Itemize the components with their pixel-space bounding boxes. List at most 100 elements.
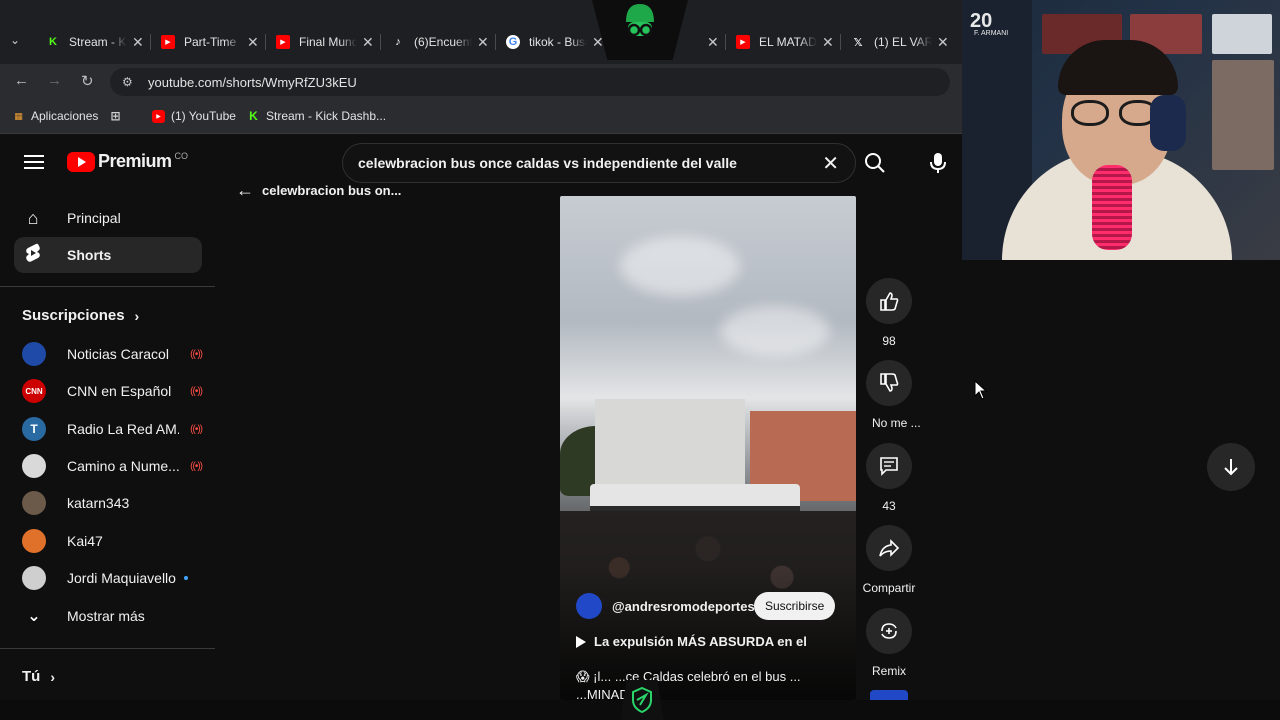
close-tab-icon[interactable]: ✕ [132, 34, 144, 51]
bookmark-apps[interactable]: ▦ Aplicaciones [12, 109, 98, 123]
nav-item-shorts[interactable]: Shorts [14, 237, 202, 273]
poster [1212, 14, 1272, 54]
related-video-link[interactable]: La expulsión MÁS ABSURDA en el [576, 634, 807, 649]
subscribe-button[interactable]: Suscribirse [754, 592, 836, 620]
tab-divider [380, 34, 381, 50]
clear-search-icon[interactable]: ✕ [822, 151, 839, 176]
comment-count: 43 [882, 499, 896, 513]
tab-search-chevron-icon[interactable]: ⌄ [10, 33, 20, 47]
channel-avatar[interactable] [576, 593, 602, 619]
live-indicator-icon: ((•)) [190, 385, 203, 397]
youtube-icon: ▶ [736, 35, 750, 49]
close-tab-icon[interactable]: ✕ [822, 34, 834, 51]
short-video-player[interactable]: @andresromodeportes Suscribirse La expul… [560, 196, 856, 700]
headset [1150, 95, 1186, 151]
channel-name: Camino a Nume... [67, 458, 179, 474]
dislike-button[interactable]: No me ... [866, 360, 921, 430]
chevron-right-icon: › [50, 668, 55, 685]
avatar [22, 454, 46, 478]
youtube-premium-logo[interactable]: Premium CO [67, 151, 188, 172]
share-label: Compartir [862, 581, 916, 595]
subscription-item[interactable]: CNN CNN en Español ((•)) [22, 376, 212, 406]
close-tab-icon[interactable]: ✕ [937, 34, 949, 51]
grid-icon: ⊞ [110, 108, 121, 123]
sound-thumbnail[interactable] [870, 690, 908, 700]
home-icon: ⌂ [27, 207, 39, 228]
nav-item-principal[interactable]: ⌂ Principal [14, 200, 202, 236]
browser-tab[interactable]: ▶ Final Mundial ✕ [276, 28, 374, 56]
like-button[interactable]: 98 [866, 278, 912, 348]
browser-tab[interactable]: 𝕏 (1) EL VAR ✕ [851, 28, 949, 56]
search-input[interactable]: celewbracion bus once caldas vs independ… [342, 143, 856, 183]
channel-handle[interactable]: @andresromodeportes [612, 599, 755, 614]
mouse-cursor-icon [974, 380, 988, 400]
reload-icon[interactable]: ↻ [81, 72, 94, 90]
browser-tab[interactable]: ▶ EL MATADOR ✕ [736, 28, 834, 56]
voice-search-button[interactable] [918, 143, 958, 183]
close-tab-icon[interactable]: ✕ [247, 34, 259, 51]
back-to-results[interactable]: ← celewbracion bus on... [236, 180, 401, 201]
show-more-button[interactable]: ⌄ Mostrar más [22, 601, 212, 631]
bookmark-grid[interactable]: ⊞ [109, 108, 128, 123]
subscription-item[interactable]: Noticias Caracol ((•)) [22, 339, 212, 369]
tab-divider [840, 34, 841, 50]
subscription-item[interactable]: Kai47 [22, 526, 212, 556]
live-indicator-icon: ((•)) [190, 460, 203, 472]
tab-divider [725, 34, 726, 50]
address-bar[interactable]: ⚙ youtube.com/shorts/WmyRfZU3kEU [110, 68, 950, 96]
channel-info[interactable]: @andresromodeportes [576, 593, 755, 619]
stream-bottom-logo [620, 680, 664, 720]
microphone-icon [930, 153, 946, 173]
tab-title: tikok - Buscar [529, 35, 587, 49]
stadium-building [595, 399, 745, 489]
site-info-icon[interactable]: ⚙ [122, 75, 138, 89]
dislike-label: No me ... [872, 416, 921, 430]
hamburger-menu-icon[interactable] [24, 152, 44, 172]
tab-title: EL MATADOR [759, 35, 817, 49]
chevron-down-icon: ⌄ [27, 608, 41, 625]
forward-arrow-icon[interactable]: → [47, 72, 62, 89]
browser-tab[interactable]: ▶ Part-Time ✕ [161, 28, 259, 56]
subscription-item[interactable]: Jordi Maquiavello [22, 563, 212, 593]
avatar [22, 342, 46, 366]
subscriptions-heading[interactable]: Suscripciones › [22, 307, 139, 324]
browser-tab[interactable]: G tikok - Buscar ✕ [506, 28, 604, 56]
remix-button[interactable]: Remix [866, 608, 912, 678]
avatar: CNN [22, 379, 46, 403]
bookmark-youtube[interactable]: ▶ (1) YouTube [152, 109, 236, 123]
play-icon [576, 635, 586, 648]
browser-tab[interactable]: ♪ (6)Encuentra ✕ [391, 28, 488, 56]
bookmarks-bar [0, 100, 962, 134]
search-button[interactable] [856, 143, 894, 183]
live-indicator-icon: ((•)) [190, 423, 203, 435]
back-arrow-icon[interactable]: ← [14, 72, 29, 89]
remix-label: Remix [871, 664, 906, 678]
youtube-play-icon [67, 151, 95, 172]
close-tab-icon[interactable]: ✕ [477, 34, 489, 51]
browser-tab[interactable]: K Stream - Kick ✕ [46, 28, 144, 56]
comment-icon [880, 457, 898, 476]
avatar [22, 566, 46, 590]
tab-title: Stream - Kick [69, 35, 127, 49]
bookmark-kick[interactable]: K Stream - Kick Dashb... [247, 109, 386, 123]
share-button[interactable]: Compartir [859, 525, 919, 595]
short-caption[interactable]: 😱 ¡l... ...ce Caldas celebró en el bus .… [576, 668, 836, 700]
chevron-right-icon: › [134, 307, 140, 324]
subscriptions-heading-label: Suscripciones [22, 307, 125, 324]
close-tab-icon[interactable]: ✕ [362, 34, 374, 51]
close-tab-icon[interactable]: ✕ [707, 34, 719, 51]
remix-icon [881, 623, 897, 639]
show-more-label: Mostrar más [67, 608, 145, 624]
share-icon [879, 539, 900, 557]
comments-button[interactable]: 43 [866, 443, 912, 513]
subscription-item[interactable]: T Radio La Red AM... ((•)) [22, 414, 212, 444]
channel-name: Kai47 [67, 533, 103, 549]
subscription-item[interactable]: Camino a Nume... ((•)) [22, 451, 212, 481]
channel-name: Noticias Caracol [67, 346, 169, 362]
next-short-button[interactable] [1207, 443, 1255, 491]
you-heading[interactable]: Tú › [22, 668, 55, 685]
browser-tab-strip [0, 0, 962, 64]
bookmark-label: Stream - Kick Dashb... [266, 109, 387, 123]
subscription-item[interactable]: katarn343 [22, 488, 212, 518]
country-code: CO [174, 150, 189, 161]
